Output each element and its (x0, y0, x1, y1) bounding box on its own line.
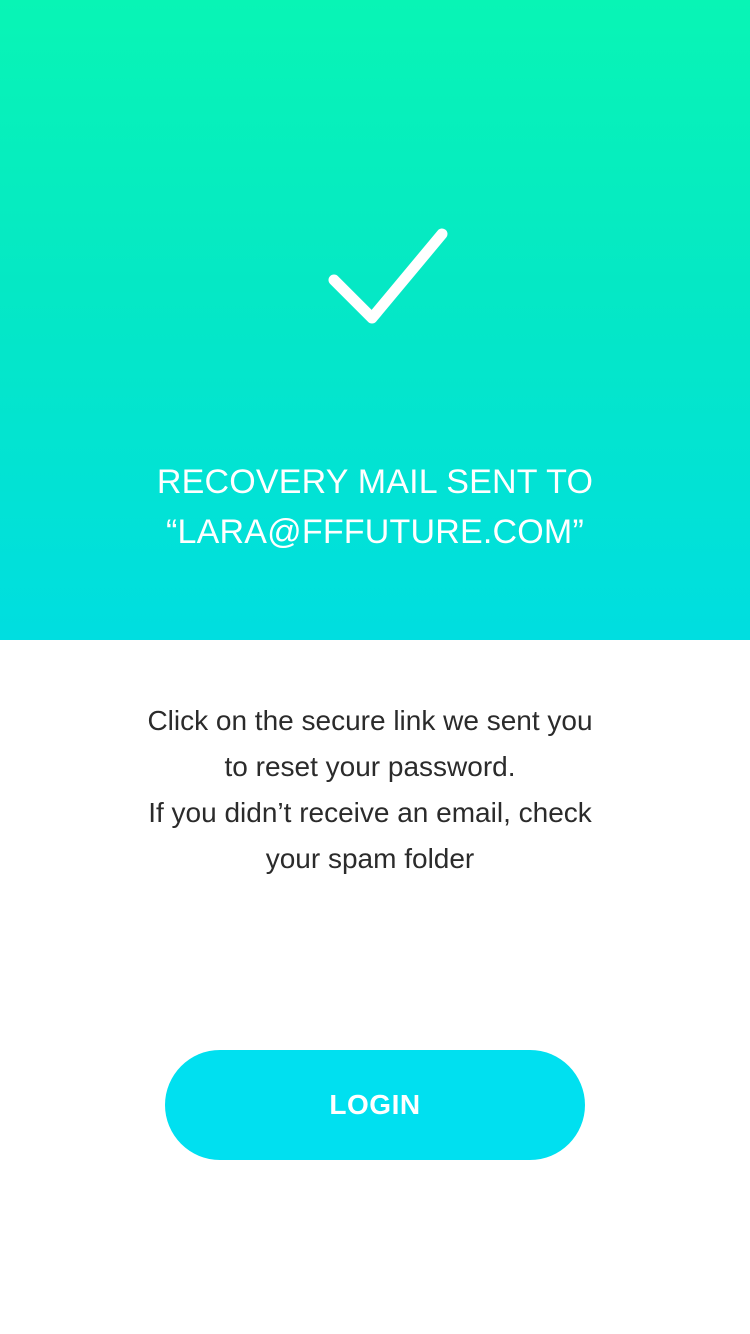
recovery-mail-address: “LARA@FFFUTURE.COM” (166, 513, 584, 551)
confirmation-header: RECOVERY MAIL SENT TO “LARA@FFFUTURE.COM… (0, 0, 750, 640)
instructions-line: If you didn’t receive an email, check (148, 797, 592, 828)
recovery-mail-title: RECOVERY MAIL SENT TO “LARA@FFFUTURE.COM… (0, 457, 750, 557)
login-button[interactable]: LOGIN (165, 1050, 585, 1160)
checkmark-icon (328, 228, 448, 324)
instructions-text: Click on the secure link we sent you to … (120, 698, 620, 882)
instructions-line: to reset your password. (224, 751, 516, 782)
instructions-line: your spam folder (265, 843, 475, 874)
instructions-line: Click on the secure link we sent you (147, 705, 593, 736)
recovery-mail-title-line1: RECOVERY MAIL SENT TO (156, 463, 594, 501)
